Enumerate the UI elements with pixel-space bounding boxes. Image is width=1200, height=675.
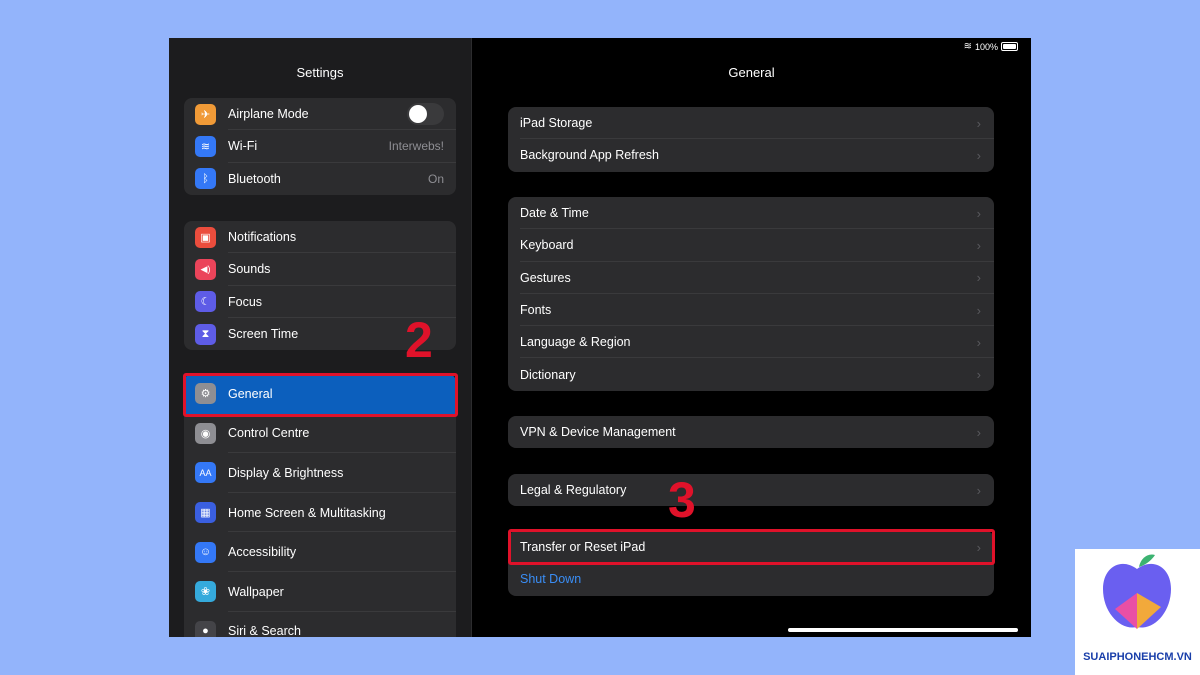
notifications-icon: ▣ — [195, 226, 216, 248]
battery-icon — [1001, 42, 1018, 51]
chevron-right-icon: › — [976, 237, 981, 253]
sidebar-item-label: Siri & Search — [228, 624, 301, 637]
chevron-right-icon: › — [976, 270, 981, 286]
vpn-device-management-label: VPN & Device Management — [520, 425, 676, 440]
chevron-right-icon: › — [976, 205, 981, 221]
sidebar-item-label: Bluetooth — [228, 171, 281, 186]
sidebar-item-label: Airplane Mode — [228, 107, 309, 122]
accessibility-icon: ☺ — [195, 541, 216, 563]
sidebar-item-wallpaper[interactable]: ❀ Wallpaper — [184, 572, 456, 612]
background-app-refresh-row[interactable]: Background App Refresh › — [508, 139, 994, 171]
sidebar-item-label: Wi-Fi — [228, 139, 258, 154]
shut-down-label: Shut Down — [520, 572, 582, 587]
chevron-right-icon: › — [976, 482, 981, 498]
sidebar-item-sounds[interactable]: ◀) Sounds — [184, 253, 456, 286]
keyboard-label: Keyboard — [520, 238, 574, 253]
language-region-label: Language & Region — [520, 335, 631, 350]
home-screen-icon: ▦ — [195, 502, 216, 524]
home-indicator — [788, 628, 1018, 632]
bluetooth-icon: ᛒ — [195, 168, 216, 190]
general-group-legal: Legal & Regulatory › — [508, 474, 994, 507]
ipad-storage-row[interactable]: iPad Storage › — [508, 107, 994, 140]
step-2-label: 2 — [405, 312, 433, 368]
siri-icon: ● — [195, 620, 216, 637]
airplane-mode-toggle[interactable] — [407, 103, 444, 126]
highlight-general — [183, 373, 458, 417]
vpn-device-management-row[interactable]: VPN & Device Management › — [508, 416, 994, 448]
toggle-knob — [409, 105, 427, 124]
chevron-right-icon: › — [976, 302, 981, 318]
fonts-row[interactable]: Fonts › — [508, 294, 994, 327]
page-title: General — [728, 65, 775, 80]
display-icon: AA — [195, 462, 216, 484]
dictionary-label: Dictionary — [520, 367, 576, 382]
legal-regulatory-label: Legal & Regulatory — [520, 483, 627, 498]
wifi-status-icon: ≋ — [963, 41, 972, 52]
watermark-text: SUAIPHONEHCM.VN — [1083, 651, 1192, 663]
gestures-label: Gestures — [520, 270, 571, 285]
dictionary-row[interactable]: Dictionary › — [508, 358, 994, 390]
sidebar-item-home-screen-multitasking[interactable]: ▦ Home Screen & Multitasking — [184, 493, 456, 533]
sidebar-item-control-centre[interactable]: ◉ Control Centre — [184, 414, 456, 454]
sidebar-item-wi-fi[interactable]: ≋ Wi-Fi Interwebs! — [184, 130, 456, 163]
chevron-right-icon: › — [976, 115, 981, 131]
control-centre-icon: ◉ — [195, 422, 216, 444]
highlight-transfer-reset — [508, 529, 995, 565]
airplane-icon: ✈ — [195, 103, 216, 125]
sounds-icon: ◀) — [195, 258, 216, 280]
sidebar-item-label: Notifications — [228, 230, 297, 245]
sidebar-item-label: Home Screen & Multitasking — [228, 505, 386, 520]
sidebar-item-bluetooth[interactable]: ᛒ Bluetooth On — [184, 163, 456, 195]
sidebar-item-label: Screen Time — [228, 327, 299, 342]
battery-percentage: 100% — [974, 41, 998, 52]
apple-book-logo-icon — [1103, 554, 1171, 629]
watermark-logo: SUAIPHONEHCM.VN — [1075, 549, 1200, 675]
focus-icon: ☾ — [195, 291, 216, 313]
ipad-screen: Settings ✈ Airplane Mode ≋ Wi-Fi Interwebs! ᛒ… — [169, 38, 1031, 637]
wallpaper-icon: ❀ — [195, 581, 216, 603]
background-app-refresh-label: Background App Refresh — [520, 148, 659, 163]
sidebar-item-notifications[interactable]: ▣ Notifications — [184, 221, 456, 254]
language-region-row[interactable]: Language & Region › — [508, 326, 994, 359]
gestures-row[interactable]: Gestures › — [508, 262, 994, 294]
general-group-storage: iPad Storage › Background App Refresh › — [508, 107, 994, 172]
step-3-label: 3 — [668, 472, 696, 528]
legal-regulatory-row[interactable]: Legal & Regulatory › — [508, 474, 994, 506]
date-time-row[interactable]: Date & Time › — [508, 197, 994, 230]
sidebar-item-label: Focus — [228, 294, 263, 309]
chevron-right-icon: › — [976, 367, 981, 383]
sidebar-group-connectivity: ✈ Airplane Mode ≋ Wi-Fi Interwebs! ᛒ Bluetooth… — [184, 98, 456, 195]
general-group-locale: Date & Time › Keyboard › Gestures › Fonts › Lang… — [508, 197, 994, 391]
sidebar-item-value: On — [427, 171, 444, 186]
shut-down-row[interactable]: Shut Down — [508, 563, 994, 595]
ipad-storage-label: iPad Storage — [520, 116, 593, 131]
sidebar-item-label: Accessibility — [228, 545, 297, 560]
wifi-icon: ≋ — [195, 135, 216, 157]
sidebar-item-siri-search[interactable]: ● Siri & Search — [184, 612, 456, 637]
hourglass-icon: ⧗ — [195, 323, 216, 345]
status-bar: ≋ 100% — [964, 41, 1018, 52]
sidebar-item-label: Sounds — [228, 262, 271, 277]
chevron-right-icon: › — [976, 424, 981, 440]
sidebar-title: Settings — [296, 65, 344, 80]
sidebar-item-label: Control Centre — [228, 426, 310, 441]
sidebar-item-label: Display & Brightness — [228, 465, 344, 480]
sidebar-item-label: Wallpaper — [228, 584, 284, 599]
sidebar-item-airplane-mode[interactable]: ✈ Airplane Mode — [184, 98, 456, 131]
sidebar-item-display-brightness[interactable]: AA Display & Brightness — [184, 453, 456, 493]
keyboard-row[interactable]: Keyboard › — [508, 229, 994, 262]
general-group-vpn: VPN & Device Management › — [508, 416, 994, 449]
date-time-label: Date & Time — [520, 206, 589, 221]
sidebar-item-accessibility[interactable]: ☺ Accessibility — [184, 532, 456, 572]
chevron-right-icon: › — [976, 147, 981, 163]
fonts-label: Fonts — [520, 303, 552, 318]
sidebar-item-value: Interwebs! — [388, 139, 444, 154]
chevron-right-icon: › — [976, 334, 981, 350]
